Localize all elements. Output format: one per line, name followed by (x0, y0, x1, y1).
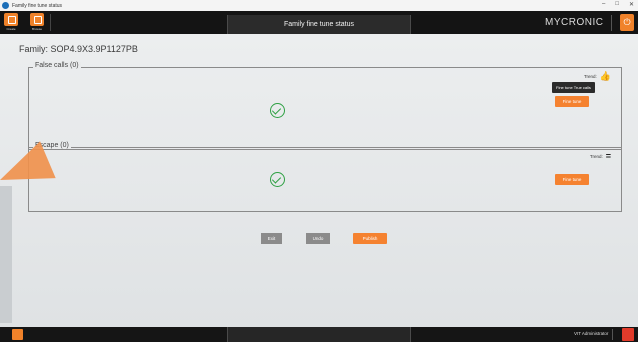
minimize-button[interactable]: – (602, 1, 605, 8)
escape-fine-tune-button[interactable]: Fine tune (555, 174, 589, 185)
create-button[interactable]: Create (3, 13, 19, 32)
publish-button[interactable]: Publish (353, 233, 387, 244)
window-controls: – □ ✕ (602, 1, 634, 8)
escape-trend: Trend: = (589, 151, 611, 161)
false-calls-group: False calls (0) Trend: 👍 Fine tune True … (28, 62, 622, 150)
false-calls-legend: False calls (0) (33, 62, 81, 69)
trend-label: Trend: (583, 73, 597, 79)
page-title: Family fine tune status (227, 15, 411, 35)
family-title: Family: SOP4.9X3.9P1127PB (19, 44, 138, 54)
maximize-button[interactable]: □ (615, 1, 619, 8)
main-content: Family: SOP4.9X3.9P1127PB False calls (0… (0, 34, 638, 327)
close-window-button[interactable]: ✕ (629, 1, 634, 8)
header-divider (50, 14, 51, 31)
false-calls-trend: Trend: 👍 (583, 71, 611, 81)
header-divider-right (611, 15, 612, 31)
power-icon: ⏻ (623, 17, 631, 27)
os-window-title: Family fine tune status (12, 2, 63, 9)
logout-button[interactable] (622, 328, 634, 341)
escape-group: Escape (0) Trend: = Fine tune (28, 142, 622, 212)
brand-logo: MYCRONIC (545, 17, 604, 28)
os-titlebar: Family fine tune status – □ ✕ (0, 0, 638, 11)
footer-menu-button[interactable] (12, 329, 23, 340)
false-calls-fine-tune-button[interactable]: Fine tune (555, 96, 589, 107)
app-icon (2, 2, 9, 9)
equals-icon: = (605, 151, 611, 161)
browse-icon (30, 13, 44, 26)
left-side-panel (0, 186, 12, 323)
create-label: Create (6, 27, 16, 31)
power-button[interactable]: ⏻ (620, 14, 634, 31)
create-icon (4, 13, 18, 26)
footer-divider (612, 329, 613, 340)
undo-button[interactable]: Undo (306, 233, 330, 244)
current-user: VIT Administrator (574, 331, 609, 336)
browse-label: Browse (31, 27, 42, 31)
footer-bar: VIT Administrator (0, 327, 638, 342)
browse-button[interactable]: Browse (29, 13, 45, 32)
check-circle-icon (270, 172, 285, 187)
fine-tune-tooltip: Fine tune True calls (552, 82, 595, 93)
exit-button[interactable]: Exit (261, 233, 282, 244)
trend-label: Trend: (589, 153, 603, 159)
thumbs-up-icon: 👍 (599, 71, 611, 81)
footer-center-tab (227, 327, 411, 342)
check-circle-icon (270, 103, 285, 118)
